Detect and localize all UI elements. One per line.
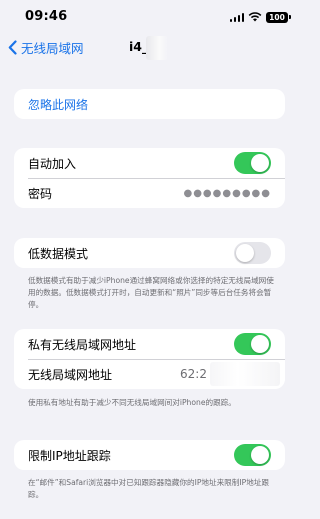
private-address-row: 私有无线局域网地址	[14, 329, 285, 359]
forget-network-label: 忽略此网络	[28, 97, 89, 112]
wifi-address-row: 无线局域网地址 62:2	[14, 359, 285, 389]
battery-icon: 100	[266, 11, 291, 23]
password-label: 密码	[28, 186, 53, 201]
low-data-group: 低数据模式	[14, 238, 285, 268]
status-time: 09:46	[25, 9, 68, 24]
back-button[interactable]: 无线局域网	[8, 38, 84, 57]
chevron-left-icon	[8, 40, 17, 55]
low-data-label: 低数据模式	[28, 246, 89, 261]
low-data-footnote: 低数据模式有助于减少iPhone通过蜂窝网络或你选择的特定无线局域网使用的数据。…	[28, 276, 274, 309]
private-address-toggle[interactable]	[234, 333, 271, 355]
forget-network-button[interactable]: 忽略此网络	[14, 89, 285, 119]
nav-bar: 无线局域网 i4_	[0, 34, 304, 62]
wifi-icon	[248, 12, 262, 22]
password-value: ●●●●●●●●●	[183, 187, 271, 199]
private-address-label: 私有无线局域网地址	[28, 337, 137, 352]
password-row[interactable]: 密码 ●●●●●●●●●	[14, 178, 285, 208]
auto-join-label: 自动加入	[28, 156, 77, 171]
back-label: 无线局域网	[21, 41, 84, 56]
redaction-blur	[146, 36, 168, 60]
redaction-blur	[210, 362, 280, 386]
low-data-row: 低数据模式	[14, 238, 285, 268]
join-settings-group: 自动加入 密码 ●●●●●●●●●	[14, 148, 285, 208]
status-icons: 100	[229, 10, 291, 24]
limit-tracking-row: 限制IP地址跟踪	[14, 440, 285, 470]
wifi-address-value: 62:2	[180, 367, 207, 381]
status-bar: 09:46 100	[0, 0, 304, 34]
auto-join-row: 自动加入	[14, 148, 285, 178]
auto-join-toggle[interactable]	[234, 152, 271, 174]
private-address-group: 私有无线局域网地址 无线局域网地址 62:2	[14, 329, 285, 389]
cellular-signal-icon	[229, 12, 244, 22]
low-data-toggle[interactable]	[234, 242, 271, 264]
limit-tracking-label: 限制IP地址跟踪	[28, 448, 111, 463]
private-address-footnote: 使用私有地址有助于减少不同无线局域网间对iPhone的跟踪。	[28, 398, 236, 407]
limit-tracking-footnote: 在“邮件”和Safari浏览器中对已知跟踪器隐藏你的IP地址来限制IP地址跟踪。	[28, 478, 269, 499]
battery-level: 100	[269, 12, 285, 22]
limit-tracking-toggle[interactable]	[234, 444, 271, 466]
limit-tracking-group: 限制IP地址跟踪	[14, 440, 285, 470]
forget-network-group: 忽略此网络	[14, 89, 285, 119]
